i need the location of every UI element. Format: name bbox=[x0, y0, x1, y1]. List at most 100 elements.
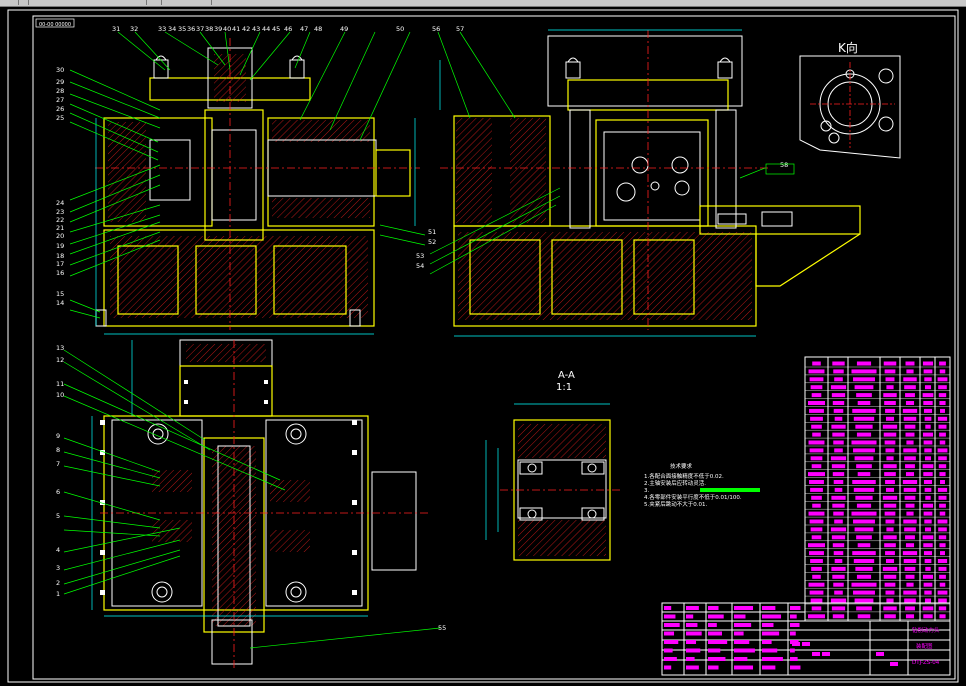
bom-cell bbox=[924, 487, 932, 492]
bom-cell bbox=[884, 472, 896, 477]
title-block-cell bbox=[686, 665, 699, 670]
bom-cell bbox=[809, 480, 824, 484]
bom-cell bbox=[832, 401, 845, 405]
section-label: A-A bbox=[558, 370, 575, 381]
title-block-cell bbox=[686, 614, 694, 619]
bom-cell bbox=[856, 464, 872, 469]
bom-cell bbox=[924, 448, 932, 453]
part-number: 5 bbox=[56, 512, 60, 520]
part-number: 41 bbox=[232, 25, 240, 33]
bom-cell bbox=[904, 566, 916, 571]
bom-cell bbox=[923, 401, 933, 405]
part-number: 8 bbox=[56, 446, 60, 454]
part-number: 27 bbox=[56, 96, 64, 104]
bom-cell bbox=[902, 551, 918, 556]
bom-cell bbox=[886, 598, 894, 603]
bom-cell bbox=[902, 408, 918, 413]
bom-cell bbox=[939, 369, 946, 374]
bom-cell bbox=[810, 456, 823, 461]
bom-cell bbox=[855, 566, 873, 571]
bom-cell bbox=[885, 551, 895, 556]
bom-cell bbox=[885, 408, 895, 413]
bom-cell bbox=[810, 487, 823, 492]
plan-view bbox=[63, 339, 441, 668]
bom-cell bbox=[854, 456, 874, 461]
title-block-cell bbox=[708, 665, 719, 670]
bom-cell bbox=[906, 440, 914, 445]
bom-cell bbox=[903, 519, 917, 524]
bom-cell bbox=[923, 472, 933, 477]
bom-cell bbox=[937, 416, 948, 421]
bom-cell bbox=[940, 551, 945, 556]
bom-cell bbox=[882, 495, 898, 500]
bom-cell bbox=[834, 448, 843, 453]
bom-cell bbox=[831, 393, 846, 398]
part-number: 38 bbox=[205, 25, 213, 33]
title-block-cell bbox=[734, 665, 754, 670]
title-block-cell bbox=[790, 648, 795, 653]
bom-cell bbox=[853, 487, 875, 492]
bom-cell bbox=[905, 543, 915, 548]
bom-cell bbox=[924, 377, 932, 382]
title-block-cell bbox=[762, 657, 783, 661]
bom-cell bbox=[810, 416, 823, 421]
bom-cell bbox=[883, 606, 897, 611]
title-block-cell bbox=[762, 631, 780, 636]
bom-cell bbox=[853, 519, 875, 524]
bom-cell bbox=[884, 614, 896, 619]
bom-cell bbox=[938, 606, 947, 611]
bom-cell bbox=[884, 543, 896, 548]
bom-cell bbox=[811, 393, 822, 398]
bom-cell bbox=[923, 369, 933, 374]
title-block-cell bbox=[686, 606, 699, 610]
part-number: 15 bbox=[56, 290, 64, 298]
bom-cell bbox=[884, 582, 896, 587]
bom-cell bbox=[924, 559, 932, 563]
bom-cell bbox=[852, 551, 876, 556]
part-number: 12 bbox=[56, 356, 64, 364]
k-view: K向 bbox=[799, 40, 901, 159]
bom-cell bbox=[808, 472, 825, 477]
title-block-cell bbox=[664, 665, 672, 670]
bom-cell bbox=[811, 464, 822, 469]
bom-cell bbox=[939, 472, 946, 477]
part-number: 35 bbox=[178, 25, 186, 33]
part-number: 44 bbox=[262, 25, 270, 33]
bom-cell bbox=[809, 519, 824, 524]
bom-cell bbox=[905, 535, 915, 540]
bom-cell bbox=[884, 401, 896, 405]
tech-requirement-line: 3. bbox=[644, 488, 649, 494]
bom-cell bbox=[808, 614, 825, 619]
title-block-cell bbox=[708, 640, 728, 644]
bom-cell bbox=[810, 598, 823, 603]
part-number: 26 bbox=[56, 105, 64, 113]
stamp-text: 00-00 00000 bbox=[39, 22, 71, 28]
bom-cell bbox=[939, 361, 946, 366]
bom-cell bbox=[905, 472, 915, 477]
bom-cell bbox=[830, 598, 847, 603]
bom-cell bbox=[905, 432, 915, 437]
bom-cell bbox=[852, 408, 876, 413]
cad-viewport[interactable]: 00-00 00000 31 32 33 34 35 36 37 38 39 4… bbox=[0, 0, 966, 686]
title-block-cell bbox=[762, 623, 774, 627]
bom-cell bbox=[903, 448, 917, 453]
title-block-cell bbox=[790, 623, 800, 627]
part-number: 21 bbox=[56, 224, 64, 232]
bom-cell bbox=[832, 543, 845, 548]
title-block-cell bbox=[812, 652, 820, 656]
bom-cell bbox=[810, 559, 823, 563]
part-number: 7 bbox=[56, 460, 60, 468]
bom-cell bbox=[903, 559, 917, 563]
bom-cell bbox=[922, 432, 934, 437]
bom-cell bbox=[940, 480, 945, 484]
bom-cell bbox=[857, 614, 871, 619]
bom-cell bbox=[939, 543, 946, 548]
part-number: 22 bbox=[56, 216, 64, 224]
part-number: 34 bbox=[168, 25, 176, 33]
bom-cell bbox=[905, 361, 915, 366]
part-number: 14 bbox=[56, 299, 64, 307]
bom-cell bbox=[922, 535, 934, 540]
part-number: 46 bbox=[284, 25, 292, 33]
bom-cell bbox=[924, 527, 932, 532]
bom-cell bbox=[939, 574, 946, 579]
